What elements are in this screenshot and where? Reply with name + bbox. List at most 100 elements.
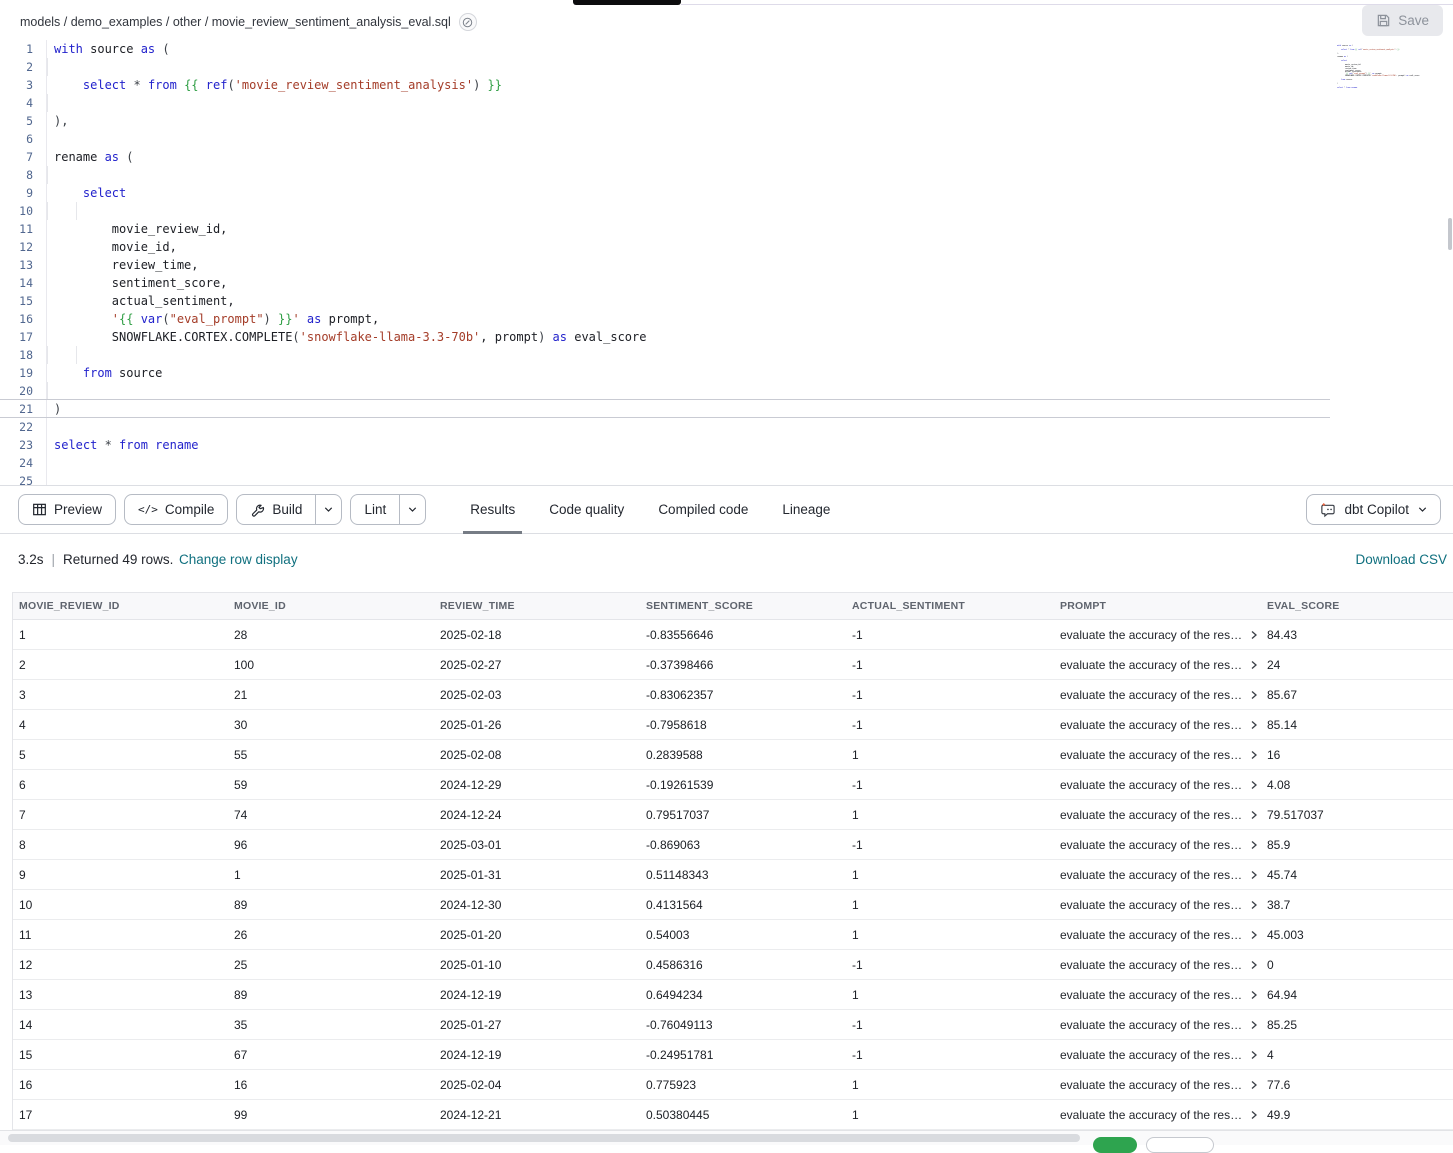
preview-button[interactable]: Preview xyxy=(18,494,116,525)
col-prompt[interactable]: PROMPT xyxy=(1054,600,1261,612)
prompt-expand-chevron-icon[interactable] xyxy=(1249,720,1259,730)
code-line-10[interactable]: 10 xyxy=(0,202,1453,220)
code-line-21[interactable]: 21) xyxy=(0,400,1453,418)
cell: 2025-01-31 xyxy=(434,868,640,882)
prompt-expand-chevron-icon[interactable] xyxy=(1249,690,1259,700)
prompt-expand-chevron-icon[interactable] xyxy=(1249,840,1259,850)
code-line-24[interactable]: 24 xyxy=(0,454,1453,472)
status-pill-green[interactable] xyxy=(1093,1137,1137,1153)
prompt-preview-text: evaluate the accuracy of the res… xyxy=(1060,718,1242,732)
eval-score-cell: 24 xyxy=(1261,658,1453,672)
code-line-17[interactable]: 17 SNOWFLAKE.CORTEX.COMPLETE('snowflake-… xyxy=(0,328,1453,346)
save-button[interactable]: Save xyxy=(1362,5,1443,36)
code-line-18[interactable]: 18 xyxy=(0,346,1453,364)
breadcrumb[interactable]: models / demo_examples / other / movie_r… xyxy=(20,13,477,31)
build-dropdown[interactable] xyxy=(315,495,341,524)
compile-button[interactable]: </> Compile xyxy=(124,494,228,525)
code-line-20[interactable]: 20 xyxy=(0,382,1453,400)
code-line-14[interactable]: 14 sentiment_score, xyxy=(0,274,1453,292)
code-line-3[interactable]: 3 select * from {{ ref('movie_review_sen… xyxy=(0,76,1453,94)
tab-code-quality[interactable]: Code quality xyxy=(549,486,624,533)
cell: 1 xyxy=(846,1108,1054,1122)
code-line-13[interactable]: 13 review_time, xyxy=(0,256,1453,274)
prompt-expand-chevron-icon[interactable] xyxy=(1249,1020,1259,1030)
build-button[interactable]: Build xyxy=(236,494,342,525)
prompt-expand-chevron-icon[interactable] xyxy=(1249,780,1259,790)
code-line-8[interactable]: 8 xyxy=(0,166,1453,184)
cell: 2025-01-20 xyxy=(434,928,640,942)
prompt-expand-chevron-icon[interactable] xyxy=(1249,990,1259,1000)
prompt-expand-chevron-icon[interactable] xyxy=(1249,630,1259,640)
prompt-preview-text: evaluate the accuracy of the res… xyxy=(1060,658,1242,672)
editor-scrollbar[interactable] xyxy=(1448,218,1452,250)
download-csv-link[interactable]: Download CSV xyxy=(1355,552,1447,567)
cell: -1 xyxy=(846,658,1054,672)
col-eval-score[interactable]: EVAL_SCORE xyxy=(1261,600,1453,612)
cell: -0.24951781 xyxy=(640,1048,846,1062)
code-editor[interactable]: 1with source as (23 select * from {{ ref… xyxy=(0,40,1453,485)
line-number: 9 xyxy=(0,184,47,202)
prompt-expand-chevron-icon[interactable] xyxy=(1249,930,1259,940)
code-line-9[interactable]: 9 select xyxy=(0,184,1453,202)
tab-compiled-code[interactable]: Compiled code xyxy=(658,486,748,533)
code-line-11[interactable]: 11 movie_review_id, xyxy=(0,220,1453,238)
code-line-7[interactable]: 7rename as ( xyxy=(0,148,1453,166)
eval-score-cell: 84.43 xyxy=(1261,628,1453,642)
cell: 96 xyxy=(228,838,434,852)
tab-results[interactable]: Results xyxy=(470,486,515,533)
cell: 14 xyxy=(13,1018,228,1032)
prompt-expand-chevron-icon[interactable] xyxy=(1249,870,1259,880)
prompt-expand-chevron-icon[interactable] xyxy=(1249,1050,1259,1060)
prompt-expand-chevron-icon[interactable] xyxy=(1249,750,1259,760)
col-movie-review-id[interactable]: MOVIE_REVIEW_ID xyxy=(13,600,228,612)
table-row: 12252025-01-100.4586316-1evaluate the ac… xyxy=(13,950,1453,980)
cell: 1 xyxy=(846,928,1054,942)
prompt-expand-chevron-icon[interactable] xyxy=(1249,1080,1259,1090)
horizontal-scrollbar[interactable] xyxy=(0,1130,1453,1145)
code-line-12[interactable]: 12 movie_id, xyxy=(0,238,1453,256)
editor-lines[interactable]: 1with source as (23 select * from {{ ref… xyxy=(0,40,1453,485)
prompt-expand-chevron-icon[interactable] xyxy=(1249,660,1259,670)
horizontal-scroll-thumb[interactable] xyxy=(8,1134,1080,1142)
editor-minimap[interactable]: 1with source as (23 select * from {{ ref… xyxy=(1335,42,1447,89)
code-line-25[interactable]: 25 xyxy=(1335,87,1447,89)
code-line-6[interactable]: 6 xyxy=(0,130,1453,148)
copilot-icon xyxy=(1319,502,1336,518)
cell: 0.54003 xyxy=(640,928,846,942)
code-line-25[interactable]: 25 xyxy=(0,472,1453,485)
cell: 2024-12-24 xyxy=(434,808,640,822)
lint-dropdown[interactable] xyxy=(399,495,425,524)
prompt-expand-chevron-icon[interactable] xyxy=(1249,810,1259,820)
table-row: 14352025-01-27-0.76049113-1evaluate the … xyxy=(13,1010,1453,1040)
col-movie-id[interactable]: MOVIE_ID xyxy=(228,600,434,612)
indent-guide xyxy=(47,166,48,184)
change-row-display-link[interactable]: Change row display xyxy=(179,552,298,567)
tab-lineage[interactable]: Lineage xyxy=(782,486,830,533)
code-line-22[interactable]: 22 xyxy=(0,418,1453,436)
col-actual-sentiment[interactable]: ACTUAL_SENTIMENT xyxy=(846,600,1054,612)
code-line-4[interactable]: 4 xyxy=(0,94,1453,112)
prompt-expand-chevron-icon[interactable] xyxy=(1249,960,1259,970)
status-pill-secondary[interactable] xyxy=(1146,1137,1214,1153)
code-line-16[interactable]: 16 '{{ var("eval_prompt") }}' as prompt, xyxy=(0,310,1453,328)
dbt-copilot-button[interactable]: dbt Copilot xyxy=(1306,494,1441,525)
line-number: 24 xyxy=(0,454,47,472)
code-line-19[interactable]: 19 from source xyxy=(0,364,1453,382)
col-review-time[interactable]: REVIEW_TIME xyxy=(434,600,640,612)
cell: -0.83556646 xyxy=(640,628,846,642)
lint-button[interactable]: Lint xyxy=(350,494,426,525)
prompt-expand-chevron-icon[interactable] xyxy=(1249,900,1259,910)
table-row: 15672024-12-19-0.24951781-1evaluate the … xyxy=(13,1040,1453,1070)
cell: -1 xyxy=(846,688,1054,702)
code-line-2[interactable]: 2 xyxy=(0,58,1453,76)
code-line-15[interactable]: 15 actual_sentiment, xyxy=(0,292,1453,310)
table-row: 7742024-12-240.795170371evaluate the acc… xyxy=(13,800,1453,830)
code-line-1[interactable]: 1with source as ( xyxy=(0,40,1453,58)
code-line-23[interactable]: 23select * from rename xyxy=(0,436,1453,454)
prompt-expand-chevron-icon[interactable] xyxy=(1249,1110,1259,1120)
col-sentiment-score[interactable]: SENTIMENT_SCORE xyxy=(640,600,846,612)
eval-score-cell: 38.7 xyxy=(1261,898,1453,912)
cell: -0.7958618 xyxy=(640,718,846,732)
eval-score-cell: 49.9 xyxy=(1261,1108,1453,1122)
code-line-5[interactable]: 5), xyxy=(0,112,1453,130)
